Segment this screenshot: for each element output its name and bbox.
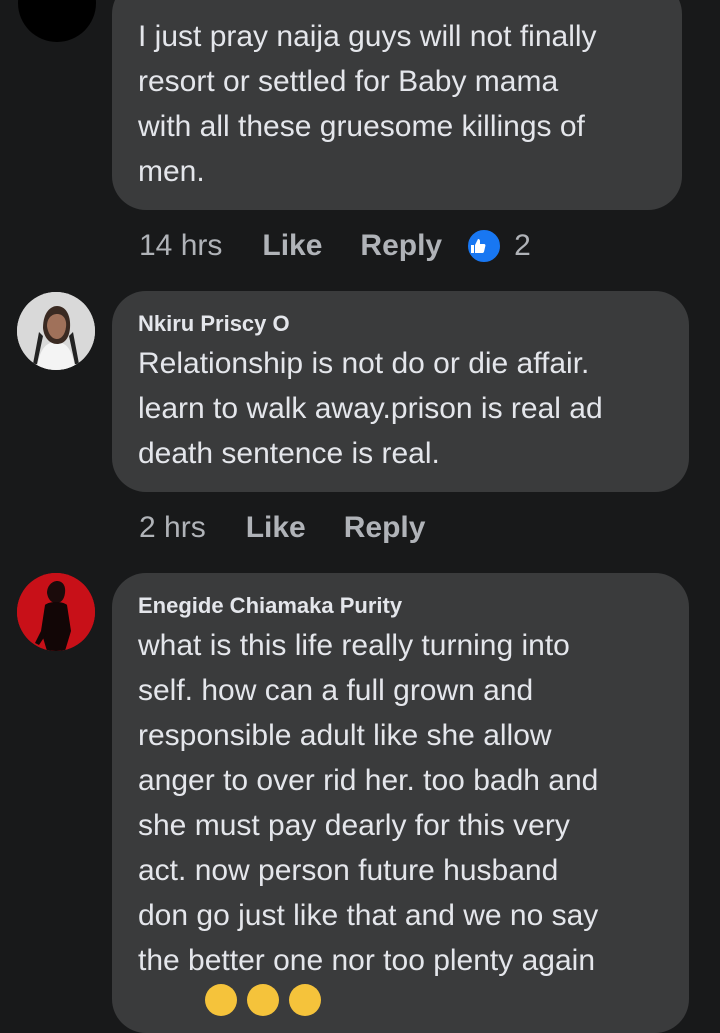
comment-bubble: Nkiru Priscy O Relationship is not do or… xyxy=(112,291,689,492)
comment-time[interactable]: 14 hrs xyxy=(139,229,222,263)
emoji-icon xyxy=(289,984,321,1016)
commenter-avatar[interactable] xyxy=(17,573,95,651)
reaction-count: 2 xyxy=(514,229,531,262)
like-button[interactable]: Like xyxy=(246,511,306,545)
commenter-avatar[interactable] xyxy=(18,0,96,42)
emoji-row xyxy=(205,984,321,1016)
comment-text: I just pray naija guys will not finally … xyxy=(138,20,597,188)
comment-text: Relationship is not do or die affair. le… xyxy=(138,347,603,470)
comment-time[interactable]: 2 hrs xyxy=(139,511,206,545)
reply-button[interactable]: Reply xyxy=(344,511,426,545)
comment-author[interactable]: Enegide Chiamaka Purity xyxy=(138,593,663,619)
comment-actions: 14 hrs Like Reply 2 xyxy=(139,226,531,266)
comment-bubble: I just pray naija guys will not finally … xyxy=(112,0,682,210)
like-button[interactable]: Like xyxy=(262,229,322,263)
comment-bubble: Enegide Chiamaka Purity what is this lif… xyxy=(112,573,689,1033)
commenter-avatar[interactable] xyxy=(17,292,95,370)
reply-button[interactable]: Reply xyxy=(360,229,442,263)
thumbs-up-icon[interactable] xyxy=(466,228,503,264)
emoji-icon xyxy=(205,984,237,1016)
comment-author[interactable]: Nkiru Priscy O xyxy=(138,311,663,337)
comment-text: what is this life really turning into se… xyxy=(138,629,599,977)
comment-actions: 2 hrs Like Reply xyxy=(139,508,425,548)
emoji-icon xyxy=(247,984,279,1016)
